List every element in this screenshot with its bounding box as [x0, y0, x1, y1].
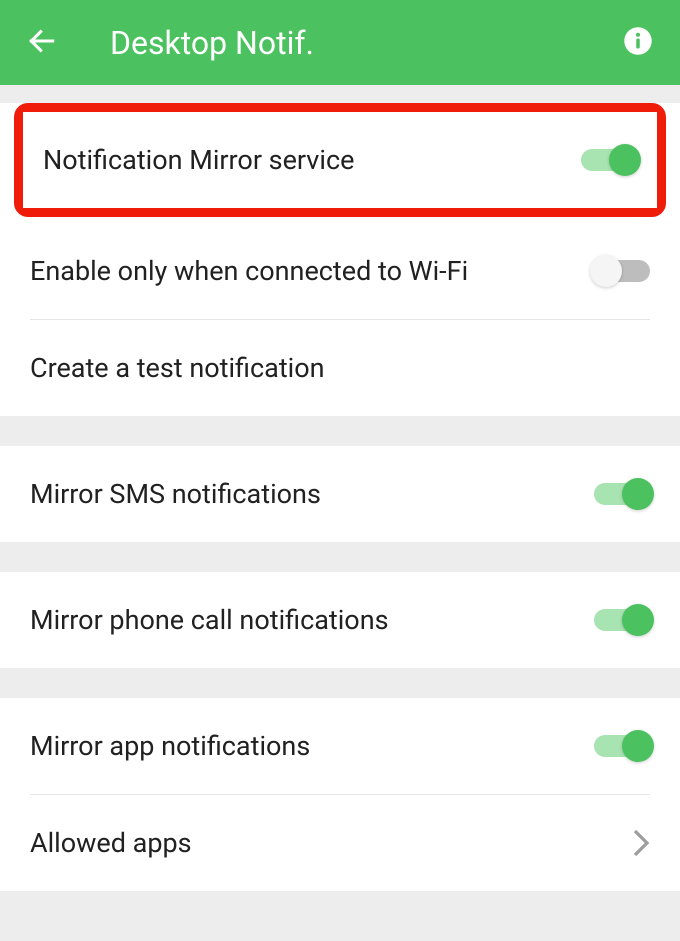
section-apps: Mirror app notifications Allowed apps [0, 698, 680, 891]
highlight-box: Notification Mirror service [14, 103, 666, 217]
toggle-knob [622, 604, 654, 636]
row-label: Notification Mirror service [43, 144, 354, 176]
toggle-mirror-sms[interactable] [594, 483, 650, 505]
row-mirror-sms[interactable]: Mirror SMS notifications [0, 446, 680, 542]
section-calls: Mirror phone call notifications [0, 572, 680, 668]
row-allowed-apps[interactable]: Allowed apps [0, 795, 680, 891]
section-gap [0, 416, 680, 446]
row-label: Create a test notification [30, 352, 325, 384]
row-mirror-service[interactable]: Notification Mirror service [23, 112, 657, 208]
back-button[interactable] [22, 23, 62, 63]
info-button[interactable] [618, 23, 658, 63]
toggle-knob [590, 255, 622, 287]
row-test-notification[interactable]: Create a test notification [0, 320, 680, 416]
toggle-knob [622, 730, 654, 762]
section-gap [0, 85, 680, 97]
section-general: Notification Mirror service Enable only … [0, 103, 680, 416]
section-gap [0, 542, 680, 572]
toggle-mirror-apps[interactable] [594, 735, 650, 757]
toggle-mirror-service[interactable] [581, 149, 637, 171]
row-label: Enable only when connected to Wi-Fi [30, 255, 468, 287]
toggle-knob [609, 144, 641, 176]
info-icon [623, 26, 653, 60]
row-label: Mirror phone call notifications [30, 604, 389, 636]
section-gap [0, 668, 680, 698]
row-label: Mirror SMS notifications [30, 478, 321, 510]
row-label: Allowed apps [30, 827, 192, 859]
page-title: Desktop Notif. [62, 24, 618, 62]
row-wifi-only[interactable]: Enable only when connected to Wi-Fi [0, 223, 680, 319]
section-sms: Mirror SMS notifications [0, 446, 680, 542]
toggle-knob [622, 478, 654, 510]
toggle-mirror-calls[interactable] [594, 609, 650, 631]
back-arrow-icon [26, 25, 58, 61]
app-header: Desktop Notif. [0, 0, 680, 85]
row-mirror-calls[interactable]: Mirror phone call notifications [0, 572, 680, 668]
toggle-wifi-only[interactable] [594, 260, 650, 282]
row-label: Mirror app notifications [30, 730, 310, 762]
row-mirror-apps[interactable]: Mirror app notifications [0, 698, 680, 794]
chevron-right-icon [632, 828, 650, 858]
